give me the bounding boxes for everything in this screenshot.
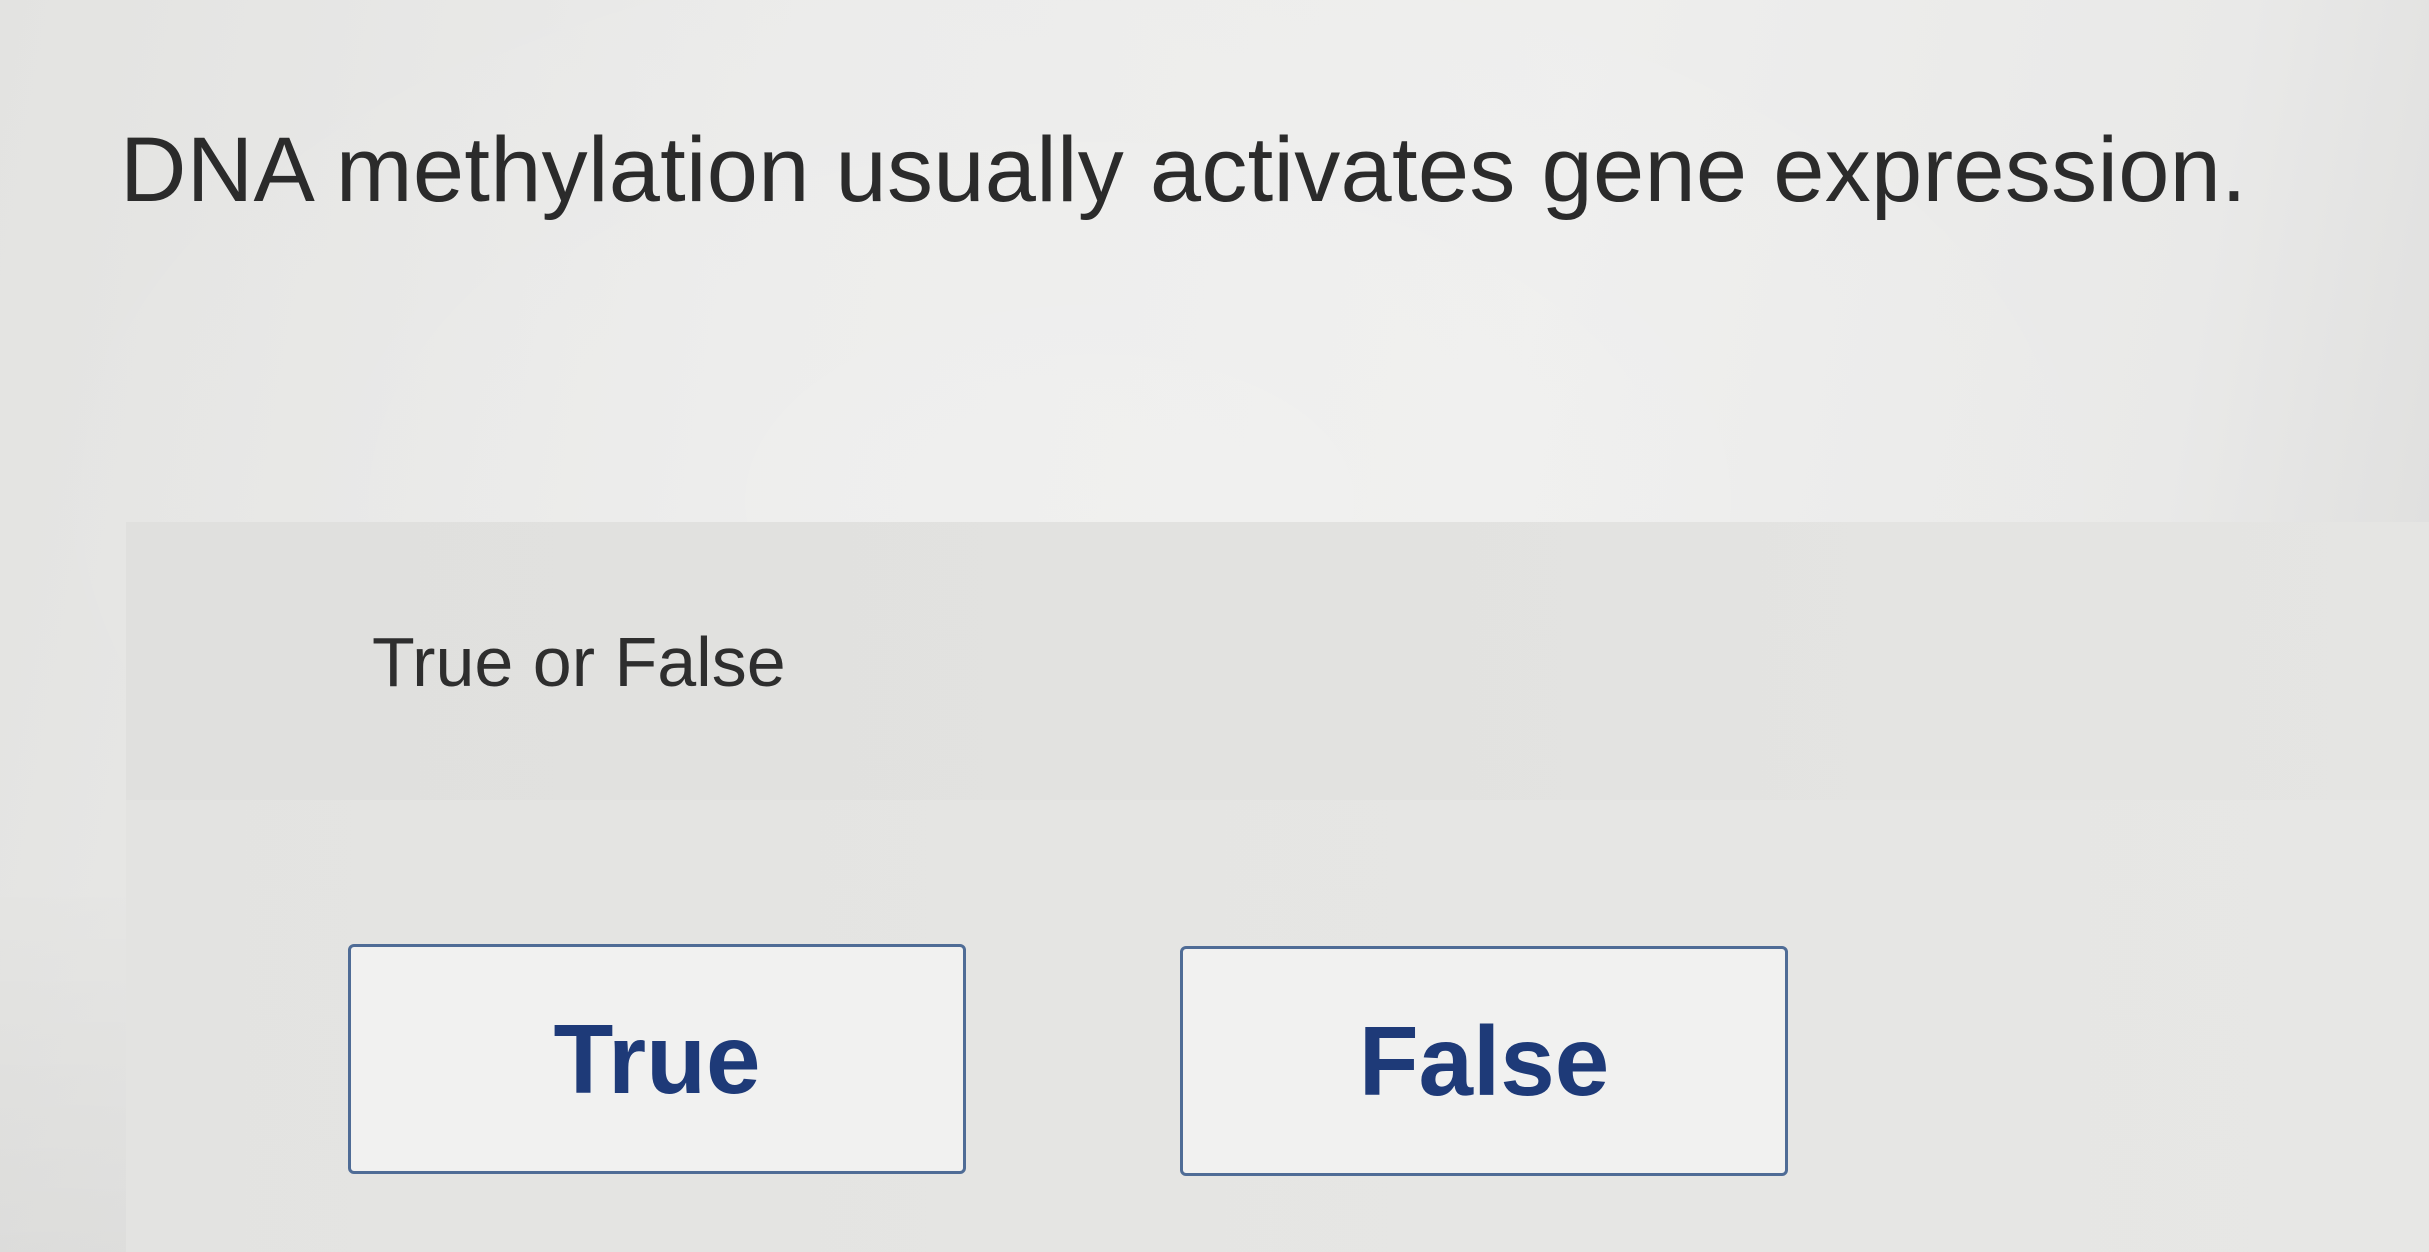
true-button-label: True [553, 1003, 761, 1114]
false-button[interactable]: False [1180, 946, 1788, 1176]
question-text: DNA methylation usually activates gene e… [120, 119, 2248, 221]
prompt-label: True or False [372, 623, 786, 701]
false-button-label: False [1358, 1005, 1610, 1116]
prompt-header: True or False [126, 522, 2429, 800]
true-button[interactable]: True [348, 944, 966, 1174]
